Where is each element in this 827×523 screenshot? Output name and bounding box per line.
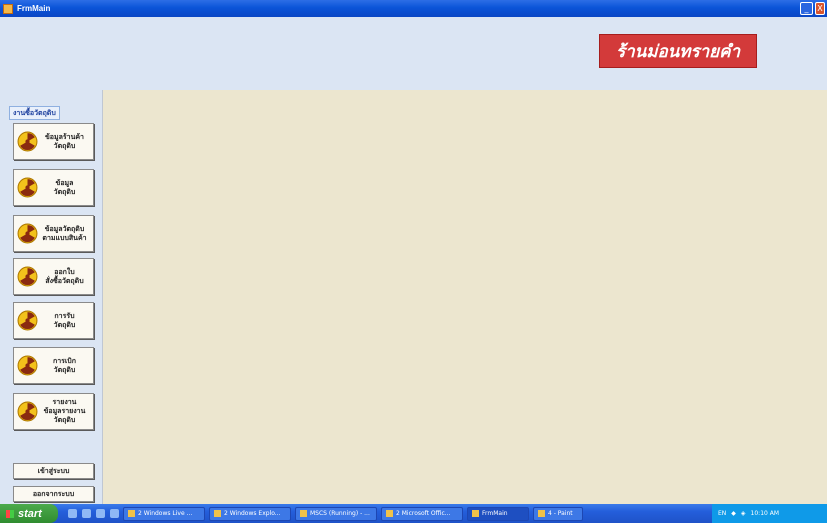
paint-icon xyxy=(538,510,545,517)
login-button[interactable]: เข้าสู่ระบบ xyxy=(13,463,94,479)
media-icon[interactable] xyxy=(96,509,105,518)
menu-item-label: ข้อมูลวัตถุดิบ ตามแบบสินค้า xyxy=(42,224,87,242)
start-label: start xyxy=(18,507,42,520)
panel-divider xyxy=(102,90,103,504)
window-controls: _ X xyxy=(800,2,825,15)
app-icon[interactable] xyxy=(110,509,119,518)
quick-launch xyxy=(68,509,119,518)
menu-section-label: งานซื้อวัตถุดิบ xyxy=(9,106,60,120)
office-icon xyxy=(386,510,393,517)
close-button[interactable]: X xyxy=(815,2,825,15)
menu-item-label: ออกใบ สั่งซื้อวัตถุดิบ xyxy=(45,267,84,285)
menu-item-label: รายงาน ข้อมูลรายงานวัตถุดิบ xyxy=(43,398,86,424)
system-tray: EN ◆ ◈ 10:10 AM xyxy=(712,504,827,523)
withdraw-material-button[interactable]: การเบิก วัตถุดิบ xyxy=(13,347,94,384)
taskbar-item[interactable]: 2 Microsoft Offic... xyxy=(381,506,463,521)
main-content-area xyxy=(102,90,827,504)
app-icon xyxy=(3,3,13,14)
material-by-product-button[interactable]: ข้อมูลวัตถุดิบ ตามแบบสินค้า xyxy=(13,215,94,252)
header-area: ร้านม่อนทรายคำ xyxy=(0,17,827,90)
windows-logo-icon xyxy=(6,509,14,518)
messenger-icon xyxy=(128,510,135,517)
radiation-icon xyxy=(17,310,38,331)
menu-item-label: ข้อมูล วัตถุดิบ xyxy=(53,178,76,196)
taskbar-item[interactable]: 4 - Paint xyxy=(533,506,583,521)
taskbar-item[interactable]: MSCS (Running) - ... xyxy=(295,506,377,521)
clock: 10:10 AM xyxy=(750,510,780,517)
volume-icon[interactable]: ◈ xyxy=(741,510,746,517)
taskbar: start 2 Windows Live ... 2 Windows Explo… xyxy=(0,504,827,523)
supplier-info-button[interactable]: ข้อมูลร้านค้า วัตถุดิบ xyxy=(13,123,94,160)
browser-icon[interactable] xyxy=(82,509,91,518)
shop-name-banner: ร้านม่อนทรายคำ xyxy=(599,34,757,68)
radiation-icon xyxy=(17,223,38,244)
radiation-icon xyxy=(17,355,38,376)
vm-icon xyxy=(300,510,307,517)
menu-item-label: การเบิก วัตถุดิบ xyxy=(52,356,76,374)
taskbar-item[interactable]: 2 Windows Explo... xyxy=(209,506,291,521)
radiation-icon xyxy=(17,131,38,152)
menu-item-label: ข้อมูลร้านค้า วัตถุดิบ xyxy=(45,132,84,150)
material-info-button[interactable]: ข้อมูล วัตถุดิบ xyxy=(13,169,94,206)
folder-icon xyxy=(214,510,221,517)
taskbar-item-active[interactable]: FrmMain xyxy=(467,506,529,521)
network-icon[interactable]: ◆ xyxy=(731,510,736,517)
purchase-order-button[interactable]: ออกใบ สั่งซื้อวัตถุดิบ xyxy=(13,258,94,295)
desktop-icon[interactable] xyxy=(68,509,77,518)
start-button[interactable]: start xyxy=(0,504,58,523)
form-icon xyxy=(472,510,479,517)
radiation-icon xyxy=(17,401,38,422)
radiation-icon xyxy=(17,177,38,198)
taskbar-item[interactable]: 2 Windows Live ... xyxy=(123,506,205,521)
radiation-icon xyxy=(17,266,38,287)
main-form: ร้านม่อนทรายคำ งานซื้อวัตถุดิบ ข้อมูลร้า… xyxy=(0,17,827,504)
menu-item-label: การรับ วัตถุดิบ xyxy=(53,311,76,329)
left-menu-panel: งานซื้อวัตถุดิบ ข้อมูลร้านค้า วัตถุดิบ ข… xyxy=(0,90,102,504)
window-titlebar[interactable]: FrmMain _ X xyxy=(0,0,827,17)
receive-material-button[interactable]: การรับ วัตถุดิบ xyxy=(13,302,94,339)
minimize-button[interactable]: _ xyxy=(800,2,813,15)
language-indicator[interactable]: EN xyxy=(718,510,726,517)
material-report-button[interactable]: รายงาน ข้อมูลรายงานวัตถุดิบ xyxy=(13,393,94,430)
window-title: FrmMain xyxy=(17,4,51,13)
logout-button[interactable]: ออกจากระบบ xyxy=(13,486,94,502)
